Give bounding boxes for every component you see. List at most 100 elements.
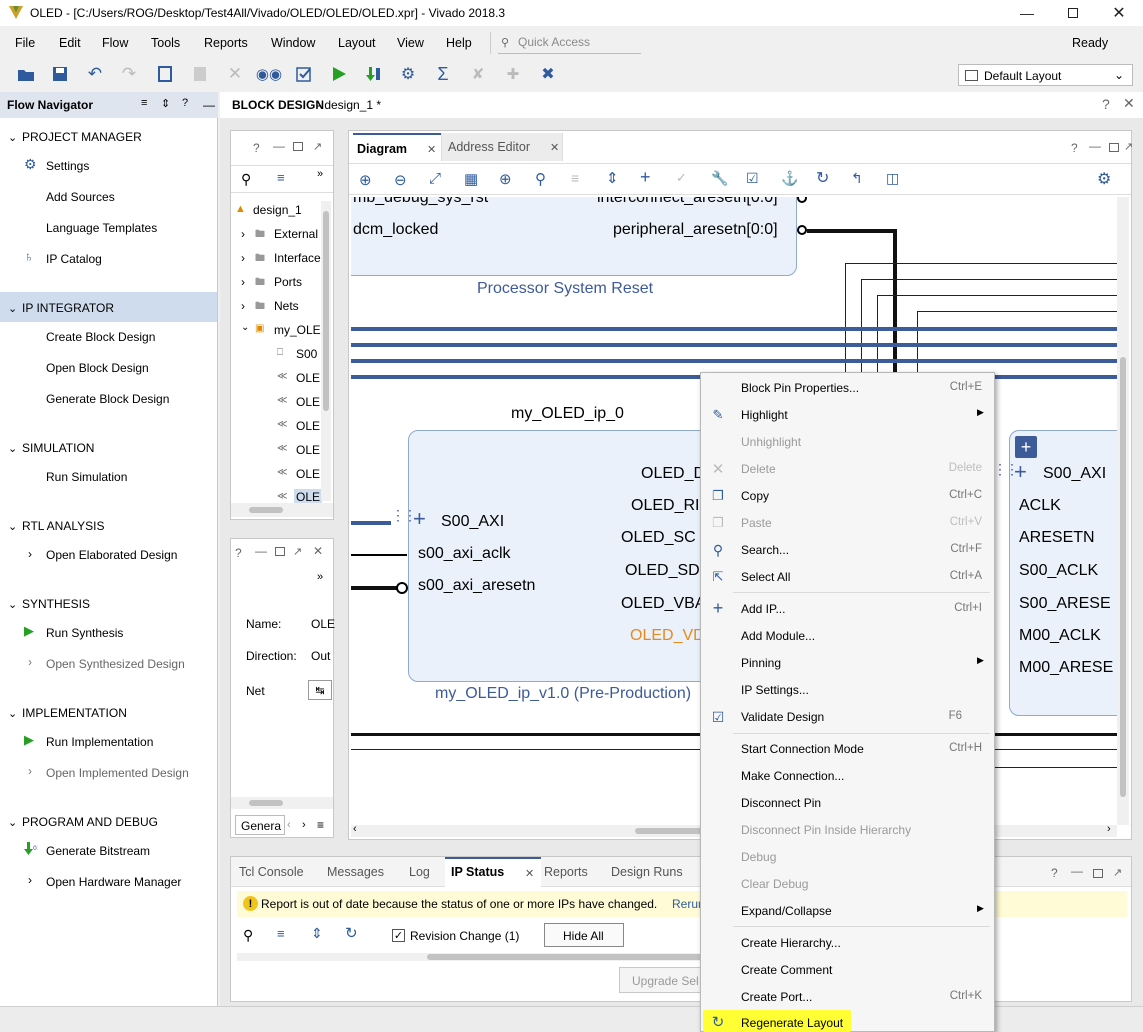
paste-icon[interactable] bbox=[188, 62, 212, 86]
nav-run-simulation[interactable]: Run Simulation bbox=[46, 470, 127, 484]
menu-item-ip-settings[interactable]: IP Settings... bbox=[741, 683, 809, 697]
chevron-right-icon[interactable]: › bbox=[241, 227, 245, 241]
vertical-scrollbar[interactable] bbox=[321, 201, 331, 501]
wrench-icon[interactable]: 🔧 bbox=[711, 170, 728, 187]
hide-all-button[interactable]: Hide All bbox=[544, 923, 624, 947]
route-icon[interactable]: ↰ bbox=[851, 170, 863, 187]
chevron-down-icon[interactable]: ⌄ bbox=[241, 322, 249, 333]
tree-child[interactable]: OLE bbox=[296, 443, 320, 457]
chevron-right-icon[interactable]: › bbox=[241, 251, 245, 265]
nav-generate-block-design[interactable]: Generate Block Design bbox=[46, 392, 169, 406]
pin-peripheral-aresetn[interactable]: peripheral_aresetn[0:0] bbox=[613, 221, 778, 239]
nav-open-implemented-design[interactable]: Open Implemented Design bbox=[46, 766, 189, 780]
quick-access-input[interactable]: Quick Access bbox=[518, 35, 590, 49]
help-icon[interactable]: ? bbox=[1071, 141, 1078, 155]
pin-oled-vba[interactable]: OLED_VBA bbox=[621, 595, 705, 613]
horizontal-scrollbar[interactable] bbox=[231, 503, 333, 517]
chevron-right-icon[interactable]: › bbox=[302, 819, 306, 831]
tab-general[interactable]: Genera bbox=[235, 815, 285, 835]
open-project-icon[interactable] bbox=[14, 62, 38, 86]
options-icon[interactable]: ? bbox=[182, 97, 188, 109]
zoom-out-icon[interactable]: ⊖ bbox=[394, 171, 407, 189]
maximize-panel-icon[interactable] bbox=[1093, 869, 1103, 878]
chevron-left-icon[interactable]: ‹ bbox=[287, 819, 291, 831]
float-panel-icon[interactable]: ↗ bbox=[1124, 140, 1133, 153]
refresh-icon[interactable]: ↻ bbox=[345, 924, 358, 942]
chevron-right-icon[interactable]: › bbox=[241, 275, 245, 289]
close-icon[interactable]: ✕ bbox=[550, 141, 559, 154]
add-ip-icon[interactable]: + bbox=[640, 167, 651, 188]
upgrade-selected-button[interactable]: Upgrade Sel bbox=[619, 967, 709, 993]
scrollbar-thumb[interactable] bbox=[1120, 357, 1126, 797]
clear-debug-icon[interactable]: ✖ bbox=[536, 62, 560, 86]
menu-view[interactable]: View bbox=[397, 36, 424, 50]
pin-oled-vd[interactable]: OLED_VD bbox=[630, 627, 705, 645]
horizontal-scrollbar[interactable] bbox=[231, 797, 333, 809]
settings-icon[interactable]: ⚙ bbox=[396, 62, 420, 86]
tab-address-editor[interactable]: Address Editor ✕ bbox=[441, 133, 563, 161]
scrollbar-thumb[interactable] bbox=[323, 211, 329, 411]
section-project-manager[interactable]: ⌄ PROJECT MANAGER bbox=[8, 130, 142, 144]
tab-reports[interactable]: Reports bbox=[544, 865, 588, 879]
pin-tool-icon[interactable]: ⚓ bbox=[781, 170, 798, 187]
menu-item-copy[interactable]: Copy bbox=[741, 489, 769, 503]
collapse-all-icon[interactable]: ≡ bbox=[277, 170, 285, 185]
maximize-panel-icon[interactable] bbox=[293, 142, 303, 151]
minimize-panel-icon[interactable]: — bbox=[273, 139, 285, 153]
expand-all-icon[interactable]: ⇕ bbox=[606, 169, 619, 187]
pin-ic-aresetn[interactable]: ARESETN bbox=[1019, 529, 1095, 547]
scrollbar-thumb[interactable] bbox=[427, 954, 707, 960]
close-icon[interactable]: ✕ bbox=[427, 143, 436, 156]
pin-ic-s00-axi[interactable]: S00_AXI bbox=[1043, 465, 1106, 483]
search-icon[interactable]: ⚲ bbox=[535, 170, 546, 188]
menu-item-debug[interactable]: Debug bbox=[741, 850, 776, 864]
nav-create-block-design[interactable]: Create Block Design bbox=[46, 330, 155, 344]
float-panel-icon[interactable]: ↗ bbox=[293, 545, 302, 558]
section-simulation[interactable]: ⌄ SIMULATION bbox=[8, 441, 94, 455]
make-external-icon[interactable]: ✓ bbox=[676, 170, 687, 186]
menu-item-create-hierarchy[interactable]: Create Hierarchy... bbox=[741, 936, 841, 950]
pin-ic-m00-aclk[interactable]: M00_ACLK bbox=[1019, 627, 1101, 645]
tree-child[interactable]: OLE bbox=[296, 395, 320, 409]
close-window-icon[interactable]: ✕ bbox=[1096, 0, 1142, 26]
menu-reports[interactable]: Reports bbox=[204, 36, 248, 50]
pin-ic-aclk[interactable]: ACLK bbox=[1019, 497, 1061, 515]
tab-ip-status[interactable]: IP Status ✕ bbox=[445, 857, 541, 888]
search-icon[interactable]: ⚲ bbox=[243, 927, 253, 944]
tab-tcl-console[interactable]: Tcl Console bbox=[239, 865, 304, 879]
expand-pin-icon[interactable]: + bbox=[1014, 461, 1027, 483]
zoom-area-icon[interactable]: ▦ bbox=[464, 170, 478, 188]
tab-log[interactable]: Log bbox=[409, 865, 430, 879]
menu-file[interactable]: File bbox=[15, 36, 35, 50]
tree-child[interactable]: OLE bbox=[296, 371, 320, 385]
close-icon[interactable]: ✕ bbox=[313, 544, 323, 558]
tree-root[interactable]: design_1 bbox=[253, 203, 302, 217]
expand-pin-icon[interactable]: + bbox=[413, 508, 426, 530]
refresh-icon[interactable]: ↻ bbox=[816, 168, 829, 188]
pin-oled-sc[interactable]: OLED_SC bbox=[621, 529, 696, 547]
chevron-right-icon[interactable]: › bbox=[241, 299, 245, 313]
copy-icon[interactable] bbox=[153, 62, 177, 86]
collapse-all-icon[interactable]: ≡ bbox=[277, 926, 285, 941]
minimize-icon[interactable]: — bbox=[1004, 0, 1050, 26]
validate-icon[interactable] bbox=[292, 62, 316, 86]
nav-run-implementation[interactable]: Run Implementation bbox=[46, 735, 153, 749]
settings-icon[interactable]: ⚙ bbox=[1097, 169, 1111, 189]
menu-item-delete[interactable]: Delete bbox=[741, 462, 776, 476]
float-panel-icon[interactable]: ↗ bbox=[1113, 866, 1122, 879]
save-icon[interactable] bbox=[48, 62, 72, 86]
menu-item-search[interactable]: Search... bbox=[741, 543, 789, 557]
minimize-panel-icon[interactable]: — bbox=[1071, 864, 1083, 878]
scrollbar-thumb[interactable] bbox=[249, 507, 283, 513]
pin-oled-ri[interactable]: OLED_RI bbox=[631, 497, 699, 515]
report-sigma-icon[interactable]: Σ bbox=[431, 62, 455, 86]
minimize-panel-icon[interactable]: — bbox=[255, 544, 267, 558]
select-area-icon[interactable]: ⊕ bbox=[499, 170, 512, 188]
menu-item-make-connection[interactable]: Make Connection... bbox=[741, 769, 844, 783]
program-icon[interactable] bbox=[361, 62, 385, 86]
menu-item-create-port[interactable]: Create Port... bbox=[741, 990, 812, 1004]
tree-external[interactable]: External bbox=[274, 227, 318, 241]
tab-diagram[interactable]: Diagram ✕ bbox=[353, 133, 441, 161]
menu-item-highlight[interactable]: Highlight bbox=[741, 408, 788, 422]
menu-item-select-all[interactable]: Select All bbox=[741, 570, 790, 584]
